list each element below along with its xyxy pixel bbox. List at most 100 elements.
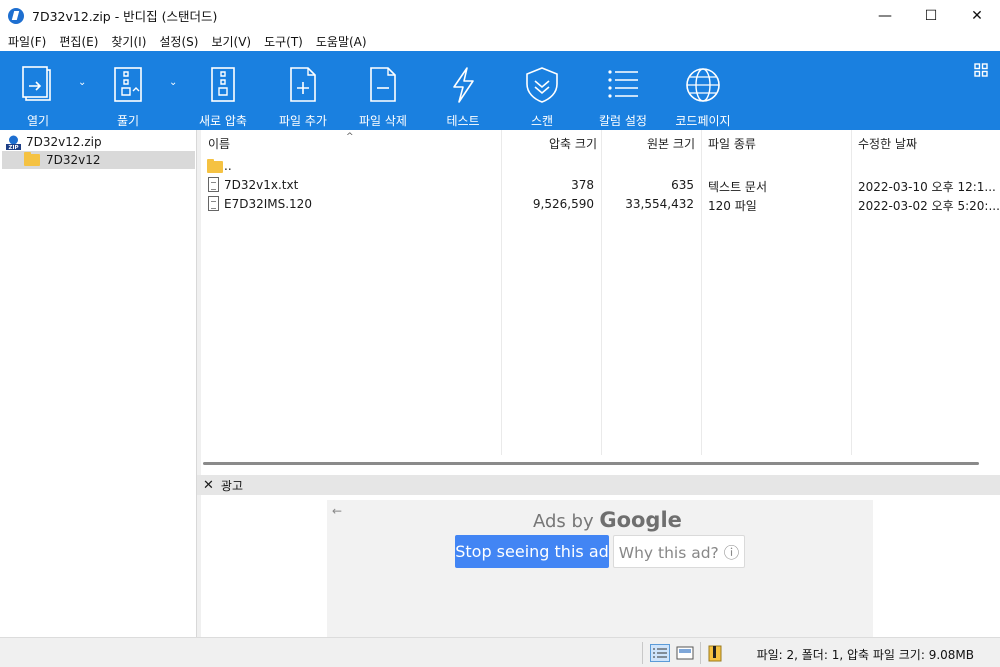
ad-close-icon[interactable]: ✕ <box>203 478 214 493</box>
delete-file-icon <box>363 63 403 107</box>
column-settings-icon <box>603 63 643 107</box>
column-header-packed[interactable]: 압축 크기 <box>502 130 597 157</box>
details-view-icon[interactable] <box>650 644 670 662</box>
status-separator <box>642 642 643 664</box>
add-file-button[interactable]: 파일 추가 <box>274 51 332 130</box>
delete-file-button[interactable]: 파일 삭제 <box>354 51 412 130</box>
stop-seeing-ad-button[interactable]: Stop seeing this ad <box>455 535 609 568</box>
column-header-size[interactable]: 원본 크기 <box>602 130 695 157</box>
test-icon <box>443 63 483 107</box>
add-file-label: 파일 추가 <box>279 114 327 128</box>
ad-back-arrow-icon[interactable]: ← <box>332 504 342 518</box>
zip-file-icon: ZIP <box>6 135 21 150</box>
column-settings-button[interactable]: 칼럼 설정 <box>594 51 652 130</box>
minimize-button[interactable]: — <box>862 0 908 31</box>
maximize-button[interactable]: ☐ <box>908 0 954 31</box>
extract-dropdown-icon[interactable]: ⌄ <box>169 77 177 88</box>
menu-help[interactable]: 도움말(A) <box>311 33 372 50</box>
ads-by-label: Ads by <box>533 511 594 532</box>
text-file-icon <box>208 177 219 192</box>
window-title: 7D32v12.zip - 반디집 (스탠더드) <box>32 9 218 24</box>
add-file-icon <box>283 63 323 107</box>
status-separator <box>700 642 701 664</box>
status-text: 파일: 2, 폴더: 1, 압축 파일 크기: 9.08MB <box>756 648 974 662</box>
file-type: 텍스트 문서 <box>708 180 768 194</box>
column-size-label: 원본 크기 <box>647 137 695 151</box>
tree-folder-label: 7D32v12 <box>46 153 101 167</box>
column-settings-label: 칼럼 설정 <box>599 114 647 128</box>
archive-info-icon[interactable] <box>705 644 725 662</box>
test-label: 테스트 <box>446 114 480 128</box>
window-controls: — ☐ ✕ <box>862 0 1000 31</box>
file-modified: 2022-03-02 오후 5:20:... <box>858 199 1000 213</box>
extract-icon <box>108 63 148 107</box>
codepage-button[interactable]: 코드페이지 <box>671 51 735 130</box>
scan-label: 스캔 <box>530 114 554 128</box>
status-bar: 파일: 2, 폴더: 1, 압축 파일 크기: 9.08MB <box>0 637 1000 667</box>
ads-by-google: Ads by Google <box>533 508 682 532</box>
file-original-size: 33,554,432 <box>625 197 694 211</box>
tree-item-folder[interactable]: 7D32v12 <box>2 151 195 169</box>
ad-header-label: 광고 <box>220 478 243 493</box>
preview-view-icon[interactable] <box>675 644 695 662</box>
file-list: 이름 ^ 압축 크기 원본 크기 파일 종류 수정한 날짜 .. 7D32v1x… <box>201 130 1000 475</box>
folder-icon <box>24 152 40 166</box>
codepage-globe-icon <box>683 63 723 107</box>
open-button[interactable]: 열기 <box>18 51 58 130</box>
menu-view[interactable]: 보기(V) <box>206 33 256 50</box>
menu-settings[interactable]: 설정(S) <box>154 33 203 50</box>
folder-tree: ZIP 7D32v12.zip 7D32v12 <box>0 130 197 637</box>
parent-label: .. <box>224 159 232 173</box>
extract-button[interactable]: 풀기 <box>108 51 148 130</box>
menu-file[interactable]: 파일(F) <box>3 33 51 50</box>
new-archive-icon <box>203 63 243 107</box>
file-type: 120 파일 <box>708 199 757 213</box>
menu-tools[interactable]: 도구(T) <box>259 33 308 50</box>
file-name: 7D32v1x.txt <box>224 178 299 192</box>
tree-item-root[interactable]: ZIP 7D32v12.zip <box>0 133 196 151</box>
new-archive-label: 새로 압축 <box>199 114 247 128</box>
ad-area: ← Ads by Google Stop seeing this ad Why … <box>201 495 1000 637</box>
file-modified: 2022-03-10 오후 12:1... <box>858 180 996 194</box>
why-this-ad-button[interactable]: Why this ad? ⓘ <box>613 535 745 568</box>
open-dropdown-icon[interactable]: ⌄ <box>78 77 86 88</box>
tree-root-label: 7D32v12.zip <box>26 135 102 149</box>
scan-button[interactable]: 스캔 <box>519 51 565 130</box>
file-icon <box>208 196 219 211</box>
svg-text:ZIP: ZIP <box>8 145 18 150</box>
layout-grid-icon[interactable] <box>974 63 988 77</box>
test-button[interactable]: 테스트 <box>440 51 486 130</box>
sort-ascending-icon: ^ <box>346 132 354 142</box>
new-archive-button[interactable]: 새로 압축 <box>194 51 252 130</box>
bandizip-app-icon <box>8 7 24 24</box>
table-row[interactable]: E7D32IMS.120 9,526,590 33,554,432 120 파일… <box>201 195 1000 214</box>
scan-shield-icon <box>522 63 562 107</box>
ad-panel: ← Ads by Google Stop seeing this ad Why … <box>327 500 873 637</box>
open-archive-icon <box>18 63 58 107</box>
delete-file-label: 파일 삭제 <box>359 114 407 128</box>
list-item-parent[interactable]: .. <box>201 157 1000 176</box>
menu-find[interactable]: 찾기(I) <box>106 33 151 50</box>
extract-label: 풀기 <box>116 114 140 128</box>
menu-edit[interactable]: 편집(E) <box>54 33 103 50</box>
horizontal-scrollbar[interactable] <box>203 462 979 465</box>
ad-header: ✕ 광고 <box>197 475 1000 495</box>
column-name-label: 이름 <box>208 137 231 151</box>
file-original-size: 635 <box>671 178 694 192</box>
table-row[interactable]: 7D32v1x.txt 378 635 텍스트 문서 2022-03-10 오후… <box>201 176 1000 195</box>
title-bar: 7D32v12.zip - 반디집 (스탠더드) — ☐ ✕ <box>0 0 1000 31</box>
column-type-label: 파일 종류 <box>708 137 756 151</box>
column-packed-label: 압축 크기 <box>549 137 597 151</box>
file-packed-size: 378 <box>571 178 594 192</box>
file-packed-size: 9,526,590 <box>532 197 594 211</box>
open-label: 열기 <box>26 114 50 128</box>
column-header-modified[interactable]: 수정한 날짜 <box>858 130 998 157</box>
menu-bar: 파일(F) 편집(E) 찾기(I) 설정(S) 보기(V) 도구(T) 도움말(… <box>0 31 1000 51</box>
parent-folder-icon <box>207 159 223 173</box>
file-name: E7D32IMS.120 <box>224 197 312 211</box>
close-button[interactable]: ✕ <box>954 0 1000 31</box>
column-header-type[interactable]: 파일 종류 <box>708 130 848 157</box>
codepage-label: 코드페이지 <box>675 114 731 128</box>
column-modified-label: 수정한 날짜 <box>858 137 918 151</box>
toolbar: 열기 ⌄ 풀기 ⌄ 새로 압축 파일 추가 파일 삭제 테스트 스캔 칼럼 설정… <box>0 51 1000 130</box>
